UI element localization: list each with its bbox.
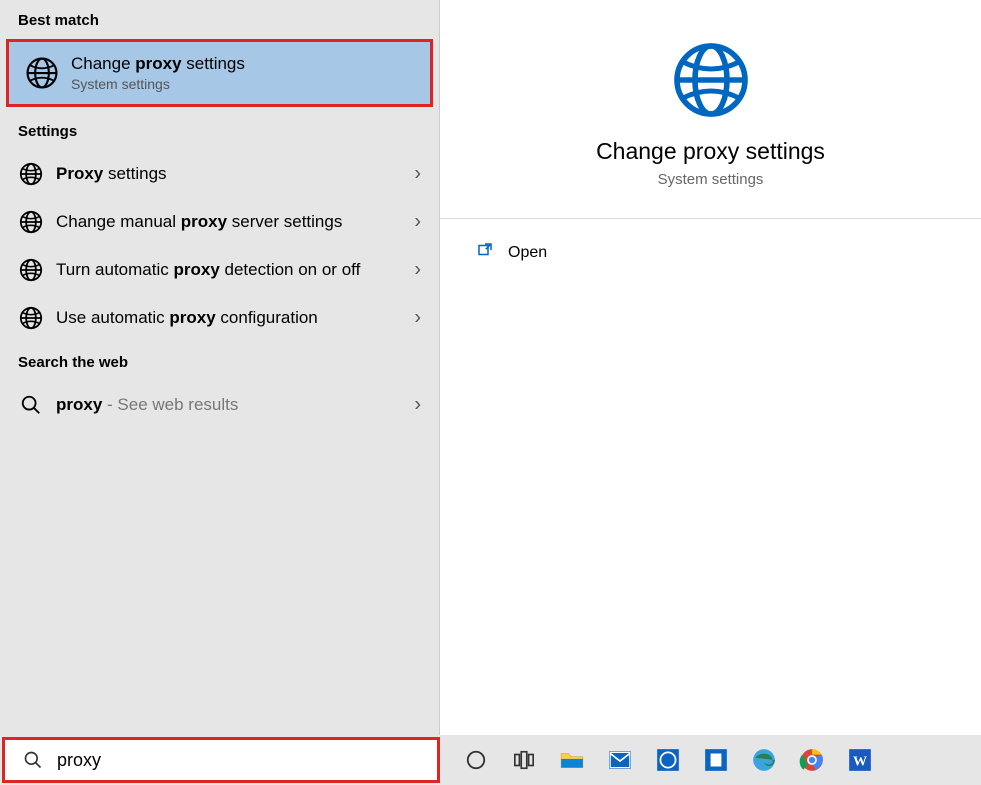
text-bold: Proxy bbox=[56, 164, 103, 183]
globe-icon bbox=[671, 40, 751, 120]
chrome-button[interactable] bbox=[788, 736, 836, 784]
globe-icon bbox=[18, 209, 44, 235]
best-match-header: Best match bbox=[0, 0, 439, 39]
best-match-result[interactable]: Change proxy settings System settings bbox=[6, 39, 433, 107]
file-explorer-button[interactable] bbox=[548, 736, 596, 784]
chevron-right-icon: › bbox=[414, 163, 421, 186]
word-button[interactable]: W bbox=[836, 736, 884, 784]
taskbar: W bbox=[0, 735, 981, 785]
web-result-item[interactable]: proxy - See web results › bbox=[0, 381, 439, 429]
search-results-panel: Best match Change proxy settings System … bbox=[0, 0, 981, 735]
settings-item-auto-detection[interactable]: Turn automatic proxy detection on or off… bbox=[0, 246, 439, 294]
settings-item-auto-config[interactable]: Use automatic proxy configuration › bbox=[0, 294, 439, 342]
app-tile-button[interactable] bbox=[692, 736, 740, 784]
search-left-pane: Best match Change proxy settings System … bbox=[0, 0, 440, 735]
settings-item-label: Change manual proxy server settings bbox=[56, 211, 421, 234]
text-pre: Turn automatic bbox=[56, 260, 173, 279]
text-post: configuration bbox=[216, 308, 318, 327]
chevron-right-icon: › bbox=[414, 259, 421, 282]
taskbar-icons: W bbox=[452, 736, 884, 784]
taskbar-search-box[interactable] bbox=[2, 737, 440, 783]
text-pre: Change manual bbox=[56, 212, 181, 231]
web-result-label: proxy - See web results bbox=[56, 394, 421, 417]
globe-icon bbox=[18, 305, 44, 331]
open-label: Open bbox=[508, 244, 547, 262]
settings-item-label: Turn automatic proxy detection on or off bbox=[56, 259, 421, 282]
open-icon bbox=[476, 241, 494, 264]
settings-item-label: Use automatic proxy configuration bbox=[56, 307, 421, 330]
text-post: detection on or off bbox=[220, 260, 361, 279]
edge-button[interactable] bbox=[740, 736, 788, 784]
cortana-button[interactable] bbox=[452, 736, 500, 784]
preview-title: Change proxy settings bbox=[596, 138, 825, 165]
best-match-subtitle: System settings bbox=[71, 76, 245, 92]
search-input[interactable] bbox=[57, 750, 419, 771]
chevron-right-icon: › bbox=[414, 394, 421, 417]
settings-item-manual-proxy[interactable]: Change manual proxy server settings › bbox=[0, 198, 439, 246]
settings-item-label: Proxy settings bbox=[56, 163, 421, 186]
svg-text:W: W bbox=[853, 753, 867, 769]
text-post: - See web results bbox=[102, 395, 238, 414]
text-bold: proxy bbox=[135, 54, 181, 73]
search-right-pane: Change proxy settings System settings Op… bbox=[440, 0, 981, 735]
globe-icon bbox=[18, 161, 44, 187]
mail-button[interactable] bbox=[596, 736, 644, 784]
desktop: Best match Change proxy settings System … bbox=[0, 0, 981, 785]
text-bold: proxy bbox=[173, 260, 219, 279]
settings-header: Settings bbox=[0, 111, 439, 150]
text-bold: proxy bbox=[56, 395, 102, 414]
search-web-header: Search the web bbox=[0, 342, 439, 381]
preview-subtitle: System settings bbox=[658, 171, 764, 188]
text-bold: proxy bbox=[169, 308, 215, 327]
preview-hero: Change proxy settings System settings bbox=[440, 0, 981, 219]
task-view-button[interactable] bbox=[500, 736, 548, 784]
text-pre: Use automatic bbox=[56, 308, 169, 327]
preview-action-open[interactable]: Open bbox=[440, 219, 981, 264]
chevron-right-icon: › bbox=[414, 211, 421, 234]
chevron-right-icon: › bbox=[414, 307, 421, 330]
best-match-text: Change proxy settings System settings bbox=[71, 54, 245, 92]
text-post: server settings bbox=[227, 212, 342, 231]
dell-app-button[interactable] bbox=[644, 736, 692, 784]
text-pre: Change bbox=[71, 54, 135, 73]
globe-icon bbox=[25, 56, 59, 90]
best-match-title: Change proxy settings bbox=[71, 54, 245, 74]
search-icon bbox=[18, 392, 44, 418]
globe-icon bbox=[18, 257, 44, 283]
text-post: settings bbox=[103, 164, 166, 183]
text-post: settings bbox=[182, 54, 245, 73]
search-icon bbox=[23, 750, 43, 770]
settings-item-proxy-settings[interactable]: Proxy settings › bbox=[0, 150, 439, 198]
text-bold: proxy bbox=[181, 212, 227, 231]
